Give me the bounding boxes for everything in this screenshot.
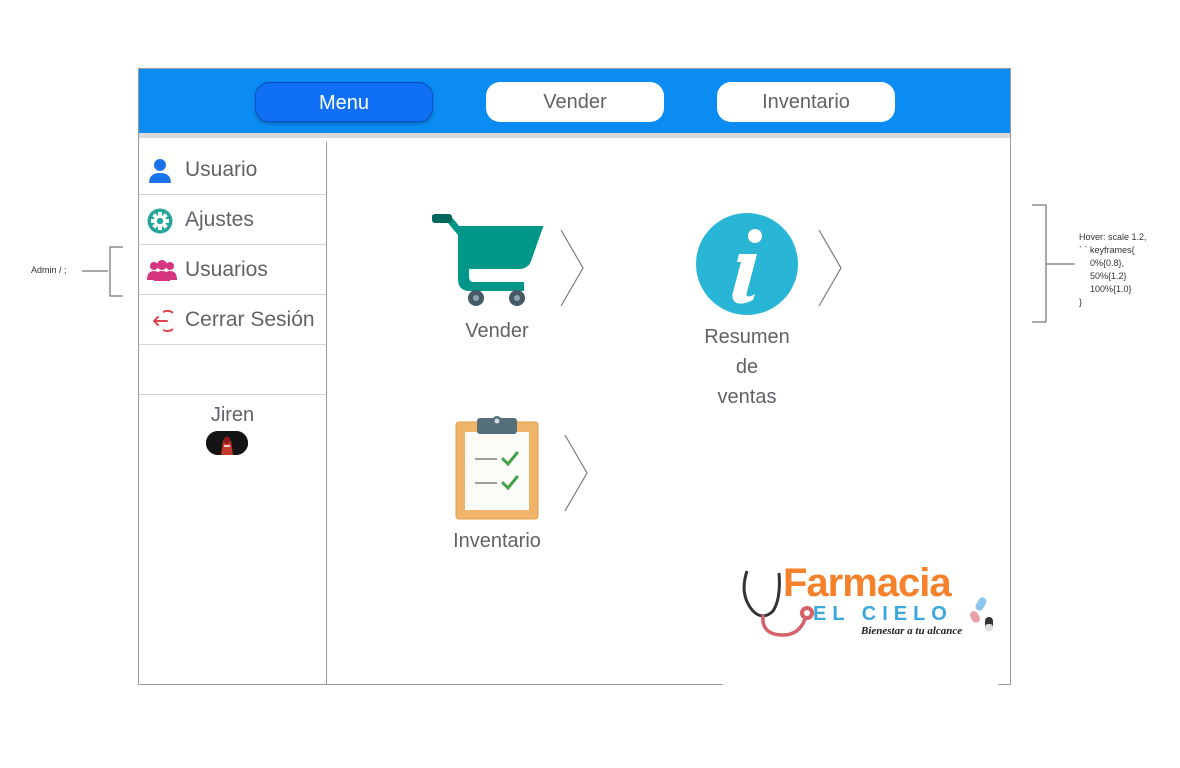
tile-resumen-label-line: de: [735, 356, 759, 378]
users-icon: [147, 260, 177, 281]
chevron-right-icon: [818, 229, 842, 307]
hover-note-line: 50%{1.2}: [1090, 271, 1127, 281]
tile-resumen-label: Resumen de ventas: [677, 322, 817, 412]
sidebar-empty-slot: [139, 346, 326, 395]
tab-menu[interactable]: Menu: [255, 82, 433, 122]
sidebar-item-usuarios[interactable]: Usuarios: [139, 246, 326, 295]
chevron-right-icon: [564, 434, 588, 512]
tile-resumen-label-line: Resumen: [704, 326, 790, 348]
logo-title: Farmacia: [783, 561, 952, 605]
logo: Farmacia EL CIELO Bienestar a tu alcance: [739, 561, 999, 645]
hover-annotation: Hover: scale 1.2, ` ` keyframes{ 0%{0.8}…: [1079, 231, 1147, 309]
info-icon: [696, 213, 798, 315]
logo-subtitle: EL CIELO: [813, 603, 953, 625]
sidebar-item-usuario[interactable]: Usuario: [139, 146, 326, 195]
tile-vender[interactable]: Vender: [427, 208, 567, 378]
shopping-cart-icon: [432, 214, 544, 306]
sidebar-item-ajustes[interactable]: Ajustes: [139, 196, 326, 245]
sidebar-item-label: Ajustes: [185, 208, 254, 231]
tile-resumen-ventas[interactable]: Resumen de ventas: [677, 212, 817, 412]
hover-note-line: }: [1079, 297, 1083, 307]
hover-note-line: 0%{0.8},: [1090, 258, 1125, 268]
app-window: Menu Vender Inventario Usuario Ajustes U…: [138, 68, 1011, 685]
tile-inventario[interactable]: Inventario: [427, 416, 567, 596]
admin-annotation-bracket: [82, 246, 123, 297]
tile-resumen-label-line: ventas: [717, 386, 777, 408]
gear-icon: [147, 208, 173, 234]
hover-note-line: Hover: scale 1.2,: [1079, 232, 1147, 242]
sidebar: Usuario Ajustes Usuarios Cerrar Sesión J…: [139, 142, 327, 684]
top-nav-bar: Menu Vender Inventario: [139, 69, 1010, 133]
sidebar-item-cerrar-sesion[interactable]: Cerrar Sesión: [139, 296, 326, 345]
user-icon: [149, 159, 171, 183]
avatar-image: [206, 431, 248, 455]
logout-icon: [153, 310, 173, 332]
clipboard-checklist-icon: [455, 416, 539, 520]
tab-inventario[interactable]: Inventario: [717, 82, 895, 122]
sidebar-item-label: Usuarios: [185, 258, 268, 281]
hover-annotation-bracket: [1032, 204, 1075, 323]
chevron-right-icon: [560, 229, 584, 307]
logo-tagline: Bienestar a tu alcance: [861, 625, 963, 637]
frame-gap: [723, 683, 998, 687]
sidebar-item-label: Usuario: [185, 158, 258, 181]
tab-vender[interactable]: Vender: [486, 82, 664, 122]
hover-note-line: ` ` keyframes{: [1079, 245, 1135, 255]
tile-inventario-label: Inventario: [453, 530, 541, 552]
pills-icon: [970, 597, 993, 631]
sidebar-item-label: Cerrar Sesión: [185, 308, 315, 331]
admin-annotation: Admin / ;: [31, 265, 67, 275]
user-name: Jiren: [210, 404, 255, 426]
tile-vender-label: Vender: [465, 320, 529, 342]
avatar[interactable]: [206, 431, 248, 455]
hover-note-line: 100%{1.0}: [1090, 284, 1132, 294]
